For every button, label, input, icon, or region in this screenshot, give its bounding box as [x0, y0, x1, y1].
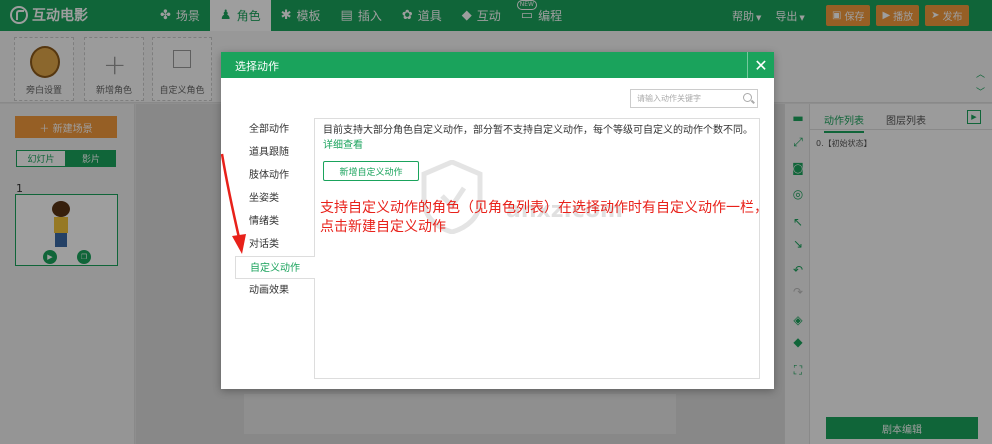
dialog-title: 选择动作 — [235, 60, 279, 73]
category-all[interactable]: 全部动作 — [235, 118, 315, 141]
search-icon[interactable] — [743, 93, 752, 102]
close-icon[interactable]: ✕ — [747, 52, 774, 78]
detail-link[interactable]: 详细查看 — [323, 140, 363, 151]
action-search-input[interactable] — [637, 94, 737, 103]
description-text: 目前支持大部分角色自定义动作，部分暂不支持自定义动作，每个等级可自定义的动作个数… — [323, 125, 753, 136]
new-custom-action-button[interactable]: 新增自定义动作 — [323, 161, 419, 181]
custom-action-description: 目前支持大部分角色自定义动作，部分暂不支持自定义动作，每个等级可自定义的动作个数… — [323, 123, 755, 153]
annotation-text: 支持自定义动作的角色（见角色列表）在选择动作时有自定义动作一栏，点击新建自定义动… — [320, 200, 768, 235]
category-animation[interactable]: 动画效果 — [235, 279, 315, 302]
action-search-box — [630, 89, 758, 108]
red-arrow-icon — [220, 153, 246, 254]
action-content-panel: 目前支持大部分角色自定义动作，部分暂不支持自定义动作，每个等级可自定义的动作个数… — [314, 118, 760, 379]
dialog-header: 选择动作 ✕ — [221, 52, 774, 78]
